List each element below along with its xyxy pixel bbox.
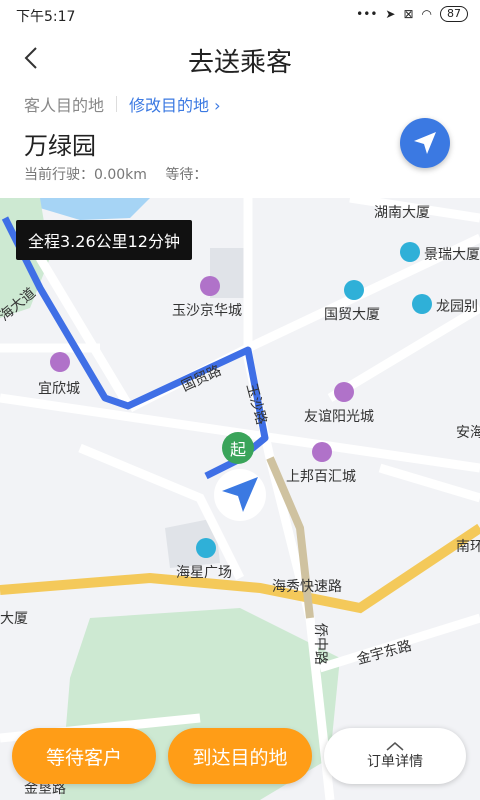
poi-label: 玉沙京华城 xyxy=(172,303,242,319)
building-icon xyxy=(400,242,420,262)
poi-label: 安海 xyxy=(456,425,480,441)
poi-label: 国贸大厦 xyxy=(324,307,380,323)
page-title: 去送乘客 xyxy=(187,48,292,78)
battery-icon: 87 xyxy=(440,6,468,22)
navigate-arrow-icon xyxy=(414,132,436,154)
road-label: 侨中路 xyxy=(312,623,328,665)
modify-destination-link[interactable]: 修改目的地 › xyxy=(129,92,221,116)
shopping-icon xyxy=(334,382,354,402)
shopping-icon xyxy=(50,352,70,372)
divider xyxy=(116,96,118,112)
destination-row: 客人目的地 修改目的地 › xyxy=(24,92,221,116)
building-icon xyxy=(344,280,364,300)
wifi-icon: ◠ xyxy=(421,7,432,21)
bottom-actions: 等待客户 到达目的地 订单详情 xyxy=(0,728,480,800)
road-label: 海秀快速路 xyxy=(272,579,342,595)
header: 去送乘客 xyxy=(0,34,480,88)
shopping-icon xyxy=(200,276,220,296)
trip-distance: 当前行驶：0.00km xyxy=(24,167,147,183)
order-detail-button[interactable]: 订单详情 xyxy=(324,728,466,784)
shopping-icon xyxy=(312,442,332,462)
map-canvas: 起 xyxy=(0,198,480,800)
trip-wait: 等待： xyxy=(165,167,208,183)
trip-info: 当前行驶：0.00km 等待： xyxy=(24,164,207,184)
status-time: 下午5:17 xyxy=(16,9,76,25)
building-icon xyxy=(412,294,432,314)
order-detail-label: 订单详情 xyxy=(367,754,423,770)
destination-label: 客人目的地 xyxy=(24,96,105,115)
poi-label: 上邦百汇城 xyxy=(286,469,356,485)
no-sim-icon: ⊠ xyxy=(403,7,414,21)
map-view[interactable]: 起 全程3.26公里12分钟 湖南大厦 景瑞大厦 国贸大厦 龙园别 玉沙京华城 … xyxy=(0,198,480,800)
poi-label: 大厦 xyxy=(0,611,28,627)
arrive-destination-button[interactable]: 到达目的地 xyxy=(168,728,312,784)
building-icon xyxy=(196,538,216,558)
chevron-up-icon xyxy=(386,742,404,751)
destination-name: 万绿园 xyxy=(24,132,96,160)
status-icons: ••• ➤ ⊠ ◠ 87 xyxy=(356,6,468,22)
poi-label: 友谊阳光城 xyxy=(304,409,374,425)
wait-customer-button[interactable]: 等待客户 xyxy=(12,728,156,784)
poi-label: 景瑞大厦 xyxy=(424,247,480,263)
route-summary: 全程3.26公里12分钟 xyxy=(16,220,192,260)
poi-label: 海星广场 xyxy=(176,565,232,581)
status-bar: 下午5:17 ••• ➤ ⊠ ◠ 87 xyxy=(0,0,480,30)
start-marker: 起 xyxy=(230,440,246,459)
navigate-button[interactable] xyxy=(400,118,450,168)
location-icon: ➤ xyxy=(385,7,396,21)
more-dots-icon: ••• xyxy=(356,7,378,21)
poi-label: 南环 xyxy=(456,539,480,555)
poi-label: 宜欣城 xyxy=(38,381,80,397)
poi-label: 湖南大厦 xyxy=(374,205,430,221)
poi-label: 龙园别 xyxy=(436,299,478,315)
